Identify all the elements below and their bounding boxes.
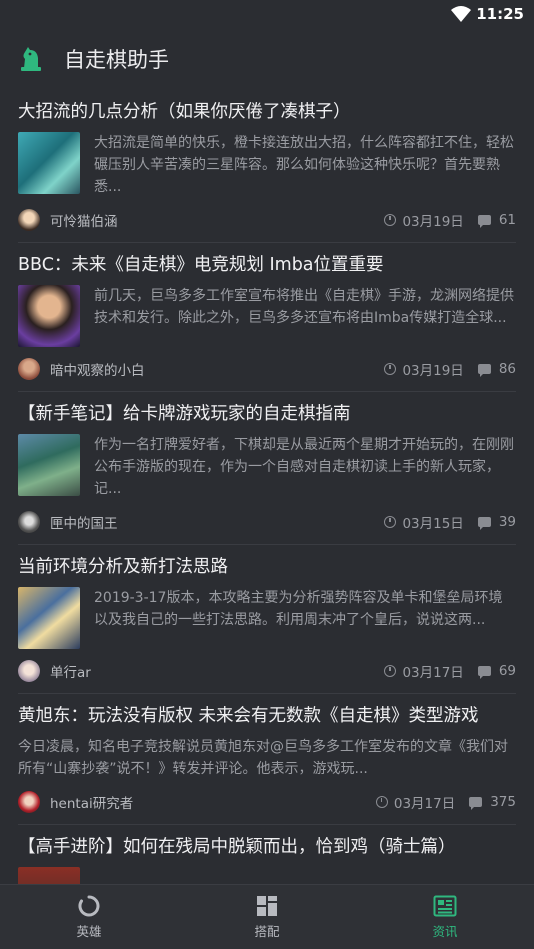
article-title[interactable]: 大招流的几点分析（如果你厌倦了凑棋子） (18, 90, 516, 124)
clock-icon (384, 516, 397, 528)
comment-icon (477, 364, 491, 377)
article-meta: 匣中的国王 03月15日 39 (18, 500, 516, 544)
avatar[interactable] (18, 791, 40, 813)
avatar[interactable] (18, 358, 40, 380)
article-summary: 今日凌晨，知名电子竞技解说员黄旭东对@巨鸟多多工作室发布的文章《我们对所有“山寨… (18, 739, 508, 777)
article-meta: 可怜猫伯涵 03月19日 61 (18, 198, 516, 242)
article-item[interactable]: 大招流的几点分析（如果你厌倦了凑棋子） 大招流是简单的快乐，橙卡接连放出大招，什… (18, 90, 516, 243)
publish-date: 03月19日 (402, 363, 464, 379)
publish-date: 03月17日 (402, 665, 464, 681)
article-title[interactable]: BBC：未来《自走棋》电竞规划 Imba位置重要 (18, 243, 516, 277)
article-summary: 前几天，巨鸟多多工作室宣布将推出《自走棋》手游，龙渊网络提供技术和发行。除此之外… (94, 288, 514, 326)
article-item[interactable]: 黄旭东：玩法没有版权 未来会有无数款《自走棋》类型游戏 今日凌晨，知名电子竞技解… (18, 694, 516, 825)
bottom-navigation: 英雄 搭配 资讯 (0, 884, 534, 949)
author-name[interactable]: 匣中的国王 (50, 512, 384, 532)
clock-icon (384, 665, 397, 677)
article-title[interactable]: 【高手进阶】如何在残局中脱颖而出，恰到鸡（骑士篇） (18, 825, 516, 859)
nav-tab-news[interactable]: 资讯 (356, 885, 534, 949)
comment-icon (477, 666, 491, 679)
author-name[interactable]: 暗中观察的小白 (50, 359, 384, 379)
comment-icon (469, 797, 483, 810)
grid-layout-icon (257, 895, 277, 916)
chess-knight-icon (21, 47, 41, 71)
nav-tab-lineups[interactable]: 搭配 (178, 885, 356, 949)
article-meta: 单行ar 03月17日 69 (18, 649, 516, 693)
nav-tab-label: 搭配 (254, 923, 280, 939)
avatar[interactable] (18, 209, 40, 231)
article-thumbnail[interactable] (18, 132, 80, 194)
article-title[interactable]: 【新手笔记】给卡牌游戏玩家的自走棋指南 (18, 392, 516, 426)
news-icon (433, 895, 457, 916)
publish-date: 03月19日 (402, 214, 464, 230)
article-summary: 大招流是简单的快乐，橙卡接连放出大招，什么阵容都扛不住，轻松碾压别人辛苦凑的三星… (94, 135, 514, 195)
comment-icon (477, 215, 491, 228)
nav-tab-label: 资讯 (432, 923, 458, 939)
article-title[interactable]: 当前环境分析及新打法思路 (18, 545, 516, 579)
article-thumbnail[interactable] (18, 434, 80, 496)
avatar[interactable] (18, 660, 40, 682)
comment-count: 39 (498, 514, 516, 530)
article-title[interactable]: 黄旭东：玩法没有版权 未来会有无数款《自走棋》类型游戏 (18, 694, 516, 728)
article-thumbnail[interactable] (18, 587, 80, 649)
hero-ring-icon (78, 895, 100, 916)
article-item[interactable]: 当前环境分析及新打法思路 2019-3-17版本，本攻略主要为分析强势阵容及单卡… (18, 545, 516, 694)
publish-date: 03月17日 (393, 796, 456, 812)
clock-icon (384, 214, 397, 226)
comment-icon (477, 517, 491, 530)
article-thumbnail[interactable] (18, 285, 80, 347)
comment-count: 375 (490, 794, 516, 810)
article-item[interactable]: 【高手进阶】如何在残局中脱颖而出，恰到鸡（骑士篇） (18, 825, 516, 885)
author-name[interactable]: 可怜猫伯涵 (50, 210, 384, 230)
status-bar: 11:25 (0, 0, 534, 28)
clock-time: 11:25 (476, 5, 524, 23)
author-name[interactable]: 单行ar (50, 661, 384, 681)
publish-date: 03月15日 (402, 516, 464, 532)
article-summary: 2019-3-17版本，本攻略主要为分析强势阵容及单卡和堡垒局环境以及我自己的一… (94, 590, 503, 628)
clock-icon (375, 796, 388, 808)
clock-icon (384, 363, 397, 375)
comment-count: 86 (498, 361, 516, 377)
nav-tab-label: 英雄 (76, 923, 102, 939)
article-summary: 作为一名打牌爱好者，下棋却是从最近两个星期才开始玩的，在刚刚公布手游版的现在，作… (94, 437, 514, 497)
article-thumbnail[interactable] (18, 867, 80, 885)
author-name[interactable]: hentai研究者 (50, 792, 376, 812)
article-feed[interactable]: 大招流的几点分析（如果你厌倦了凑棋子） 大招流是简单的快乐，橙卡接连放出大招，什… (0, 90, 534, 885)
comment-count: 61 (498, 212, 516, 228)
avatar[interactable] (18, 511, 40, 533)
article-meta: hentai研究者 03月17日 375 (18, 780, 516, 824)
comment-count: 69 (498, 663, 516, 679)
article-item[interactable]: 【新手笔记】给卡牌游戏玩家的自走棋指南 作为一名打牌爱好者，下棋却是从最近两个星… (18, 392, 516, 545)
article-item[interactable]: BBC：未来《自走棋》电竞规划 Imba位置重要 前几天，巨鸟多多工作室宣布将推… (18, 243, 516, 392)
app-title: 自走棋助手 (64, 48, 169, 72)
article-meta: 暗中观察的小白 03月19日 86 (18, 347, 516, 391)
wifi-icon (451, 6, 471, 22)
nav-tab-heroes[interactable]: 英雄 (0, 885, 178, 949)
